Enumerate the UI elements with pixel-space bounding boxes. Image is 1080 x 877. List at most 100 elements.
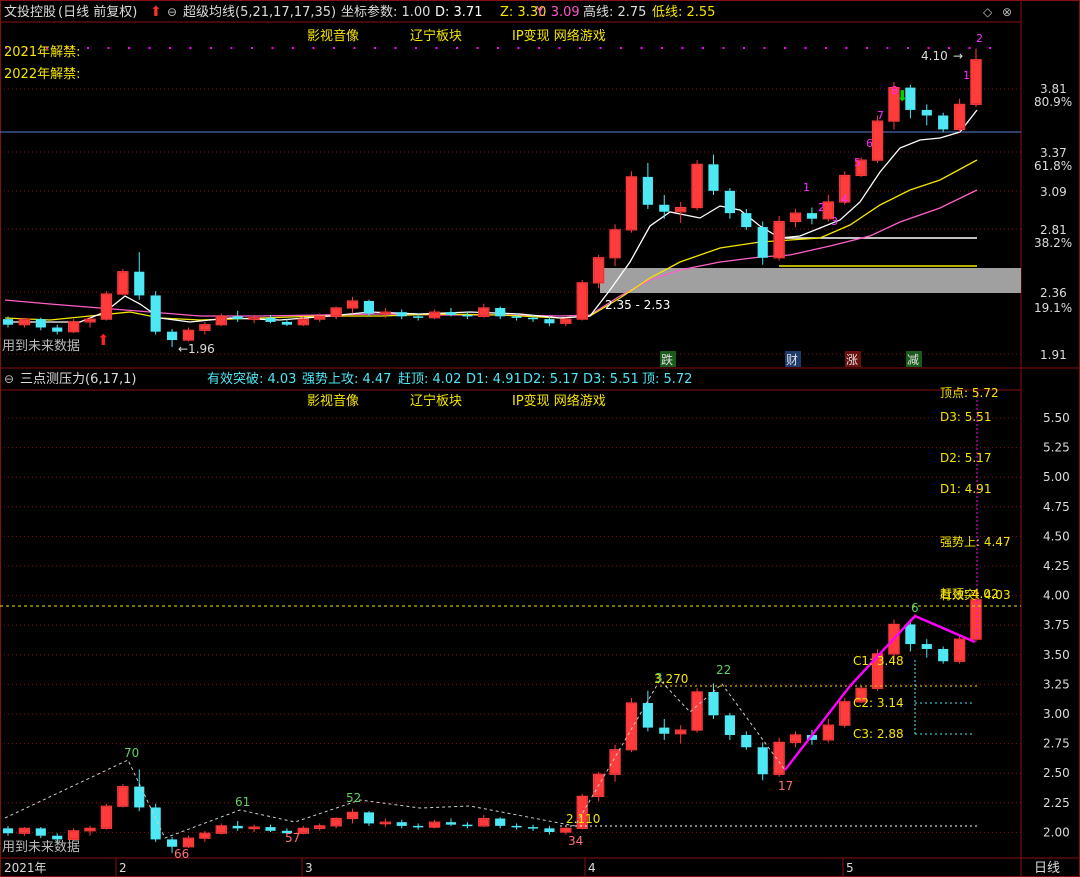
pressure-candle (281, 828, 293, 835)
pressure-candle (428, 819, 441, 829)
pressure-candle (150, 803, 161, 842)
price-candle (330, 306, 342, 320)
pressure-candle (560, 827, 572, 835)
zigzag-line (4, 679, 786, 839)
pressure-candles (2, 590, 982, 853)
price-candle (839, 171, 851, 205)
price-candle (560, 317, 572, 327)
pressure-candle (953, 634, 966, 664)
pressure-candle (708, 683, 719, 719)
price-candle (609, 224, 621, 267)
pressure-candle (659, 719, 670, 740)
pressure-candle (330, 817, 342, 829)
price-candle (592, 254, 605, 289)
pressure-candle (182, 835, 195, 848)
pressure-candle (100, 803, 113, 830)
price-candle (888, 82, 900, 130)
pressure-candle (346, 808, 359, 824)
price-candle (855, 157, 867, 177)
pressure-candle (413, 823, 424, 830)
price-candle (428, 309, 441, 320)
pressure-candle (462, 822, 473, 829)
reference-dots (5, 47, 991, 49)
pressure-candle (921, 639, 932, 658)
price-candle (67, 319, 80, 334)
price-candle (938, 112, 949, 133)
price-candle (182, 327, 195, 342)
price-candle (150, 291, 161, 335)
pressure-candle (232, 820, 243, 831)
price-candle (84, 316, 96, 328)
pressure-candle (445, 818, 457, 826)
price-candle (396, 309, 407, 320)
price-candle (346, 296, 359, 314)
pressure-candle (625, 698, 638, 753)
pressure-candle (822, 719, 835, 743)
price-candle (462, 312, 473, 320)
pressure-candle (396, 819, 407, 829)
price-candle (674, 201, 687, 223)
price-candle (100, 291, 113, 321)
pressure-candle (741, 731, 752, 750)
price-candle (495, 306, 506, 320)
price-candle (708, 154, 719, 195)
price-candle (576, 280, 588, 321)
price-candle (199, 321, 211, 335)
pressure-candle (789, 731, 802, 748)
price-candle (478, 303, 490, 318)
price-candle (871, 115, 884, 163)
pressure-candle (18, 827, 31, 836)
pressure-candle (592, 771, 605, 802)
price-candle (822, 195, 835, 222)
price-candles (2, 48, 982, 348)
pressure-candle (478, 814, 490, 828)
price-candle (773, 215, 785, 261)
pressure-candle (938, 646, 949, 664)
pressure-candle (248, 824, 260, 833)
pressure-candle (970, 590, 982, 642)
pressure-candle (363, 811, 375, 826)
pressure-candle (215, 823, 227, 835)
price-candle (905, 84, 916, 119)
pressure-candle (35, 827, 46, 839)
pressure-candle (674, 725, 687, 744)
month-separators (115, 858, 844, 877)
price-candle (806, 207, 818, 225)
pressure-candle (855, 685, 867, 704)
pressure-candle (757, 742, 768, 781)
price-candle (232, 310, 243, 322)
price-candle (970, 48, 982, 108)
pressure-candle (544, 825, 555, 835)
support-band (600, 268, 1021, 293)
pressure-candle (839, 698, 851, 728)
price-candle (757, 221, 768, 265)
pressure-candle (691, 688, 703, 733)
price-candle (625, 171, 638, 233)
pressure-candle (67, 828, 80, 841)
bottom-grid (0, 417, 1021, 833)
pressure-candle (379, 818, 392, 828)
pressure-candle (117, 784, 129, 808)
pressure-candle (52, 833, 63, 842)
pressure-candle (84, 825, 96, 836)
pressure-candle (265, 824, 276, 833)
price-candle (35, 317, 46, 331)
price-candle (691, 160, 703, 211)
pressure-candle (297, 825, 310, 835)
price-candle (117, 268, 129, 296)
stock-chart[interactable] (0, 0, 1080, 877)
price-candle (134, 252, 145, 300)
price-candle (52, 324, 63, 335)
price-candle (724, 188, 735, 219)
price-candle (166, 328, 178, 348)
pressure-candle (495, 817, 506, 829)
pressure-candle (642, 690, 653, 732)
pressure-candle (314, 823, 326, 831)
price-candle (642, 162, 653, 209)
pressure-candle (2, 825, 14, 836)
pressure-candle (166, 836, 178, 853)
pressure-candle (724, 712, 735, 740)
price-candle (953, 98, 966, 133)
pressure-trend (784, 614, 976, 771)
price-candle (659, 195, 670, 219)
